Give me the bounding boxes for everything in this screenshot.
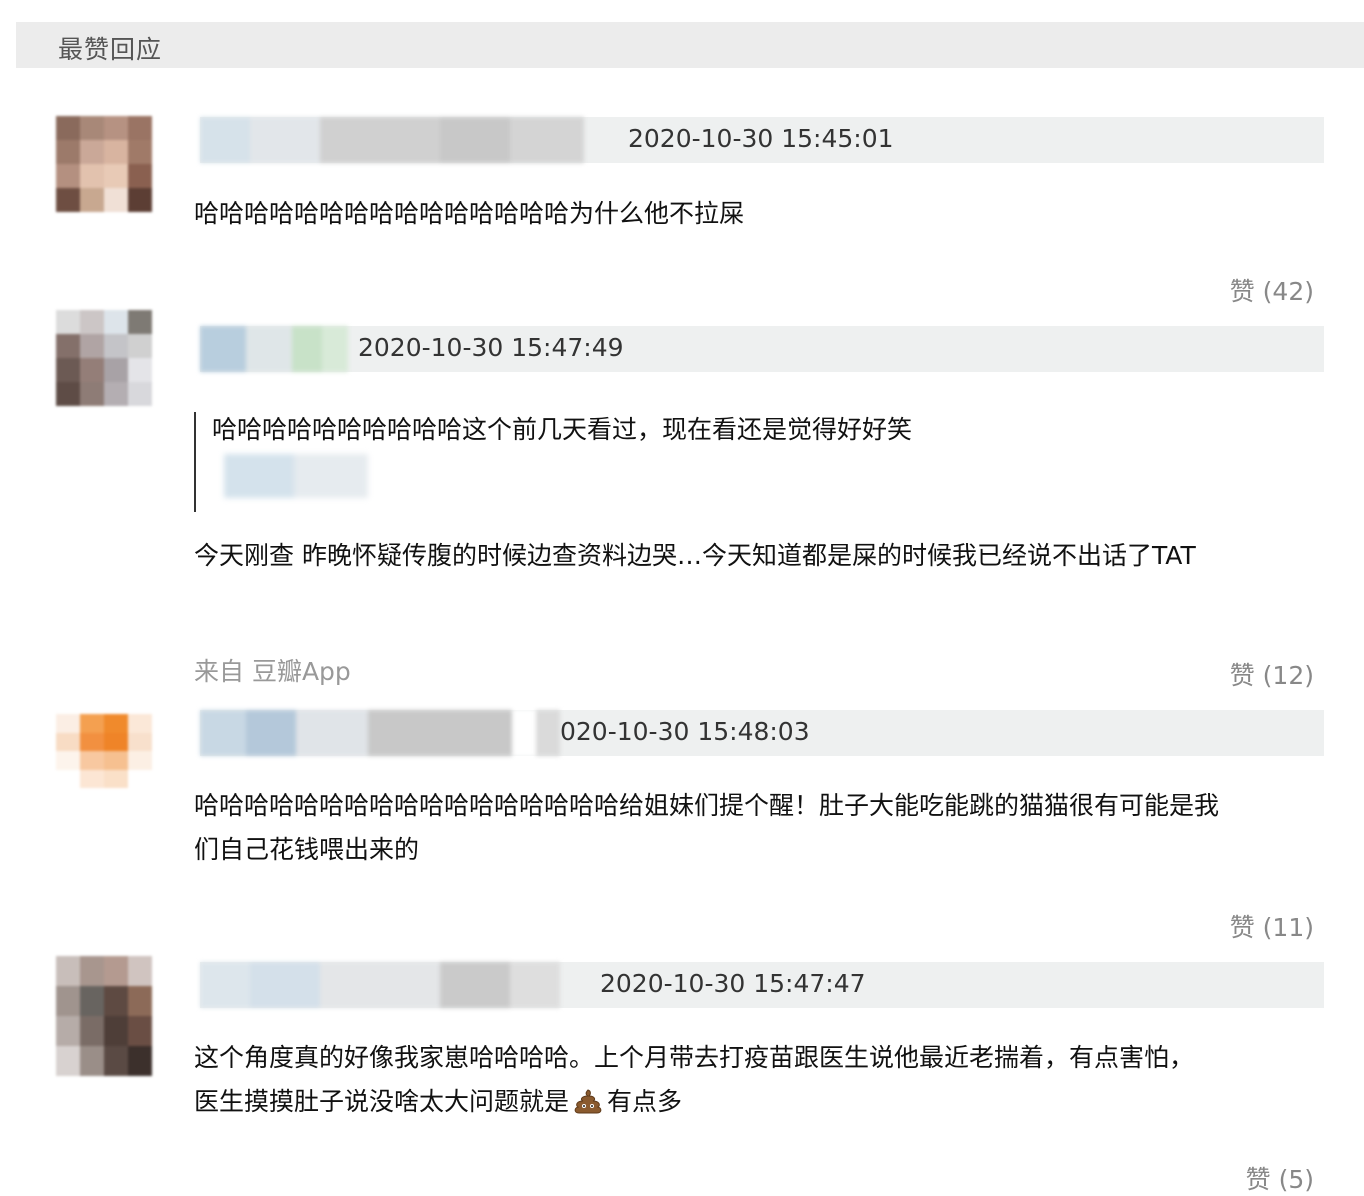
comment-fragment: 有点多 xyxy=(607,1087,683,1116)
quote-author-blurred[interactable] xyxy=(224,454,368,498)
comment-timestamp: 2020-10-30 15:47:47 xyxy=(600,969,866,998)
comment-line: 们自己花钱喂出来的 xyxy=(194,835,420,864)
like-button[interactable]: 赞 (42) xyxy=(1230,272,1314,308)
comment-meta: 2020-10-30 15:45:01 xyxy=(200,117,1324,163)
comment-line: 医生摸摸肚子说没啥太大问题就是 有点多 xyxy=(194,1080,1324,1124)
poop-icon xyxy=(573,1084,603,1114)
quote-text: 哈哈哈哈哈哈哈哈哈哈这个前几天看过，现在看还是觉得好好笑 xyxy=(212,415,913,444)
comment-line: 哈哈哈哈哈哈哈哈哈哈哈哈哈哈哈哈哈给姐妹们提个醒！肚子大能吃能跳的猫猫很有可能是… xyxy=(194,791,1220,820)
quoted-reply: 哈哈哈哈哈哈哈哈哈哈这个前几天看过，现在看还是觉得好好笑 xyxy=(194,412,1316,512)
like-button[interactable]: 赞 (5) xyxy=(1246,1160,1314,1196)
comment-text: 今天刚查 昨晚怀疑传腹的时候边查资料边哭…今天知道都是屎的时候我已经说不出话了T… xyxy=(194,541,1196,570)
like-button[interactable]: 赞 (12) xyxy=(1230,656,1314,692)
comment-source: 来自 豆瓣App xyxy=(194,657,351,686)
comment-line: 这个角度真的好像我家崽哈哈哈哈。上个月带去打疫苗跟医生说他最近老揣着，有点害怕， xyxy=(194,1043,1195,1072)
username-blurred[interactable] xyxy=(200,962,560,1008)
comment-meta: 020-10-30 15:48:03 xyxy=(200,710,1324,756)
username-blurred[interactable] xyxy=(200,710,560,756)
comment-meta: 2020-10-30 15:47:49 xyxy=(200,326,1324,372)
like-button[interactable]: 赞 (11) xyxy=(1230,908,1314,944)
comment-text: 哈哈哈哈哈哈哈哈哈哈哈哈哈哈哈哈哈给姐妹们提个醒！肚子大能吃能跳的猫猫很有可能是… xyxy=(194,784,1324,872)
username-blurred[interactable] xyxy=(200,117,584,163)
avatar[interactable] xyxy=(56,714,152,788)
section-title: 最赞回应 xyxy=(58,35,163,64)
username-blurred[interactable] xyxy=(200,326,348,372)
section-header: 最赞回应 xyxy=(16,22,1364,68)
avatar[interactable] xyxy=(56,116,152,212)
avatar[interactable] xyxy=(56,956,152,1076)
comment-text: 哈哈哈哈哈哈哈哈哈哈哈哈哈哈哈为什么他不拉屎 xyxy=(194,199,745,228)
comment-meta: 2020-10-30 15:47:47 xyxy=(200,962,1324,1008)
comment-text: 这个角度真的好像我家崽哈哈哈哈。上个月带去打疫苗跟医生说他最近老揣着，有点害怕，… xyxy=(194,1036,1324,1124)
comment-timestamp: 020-10-30 15:48:03 xyxy=(560,717,810,746)
comment-timestamp: 2020-10-30 15:45:01 xyxy=(628,124,894,153)
comment-fragment: 医生摸摸肚子说没啥太大问题就是 xyxy=(194,1087,570,1116)
comment-timestamp: 2020-10-30 15:47:49 xyxy=(358,333,624,362)
avatar[interactable] xyxy=(56,310,152,406)
